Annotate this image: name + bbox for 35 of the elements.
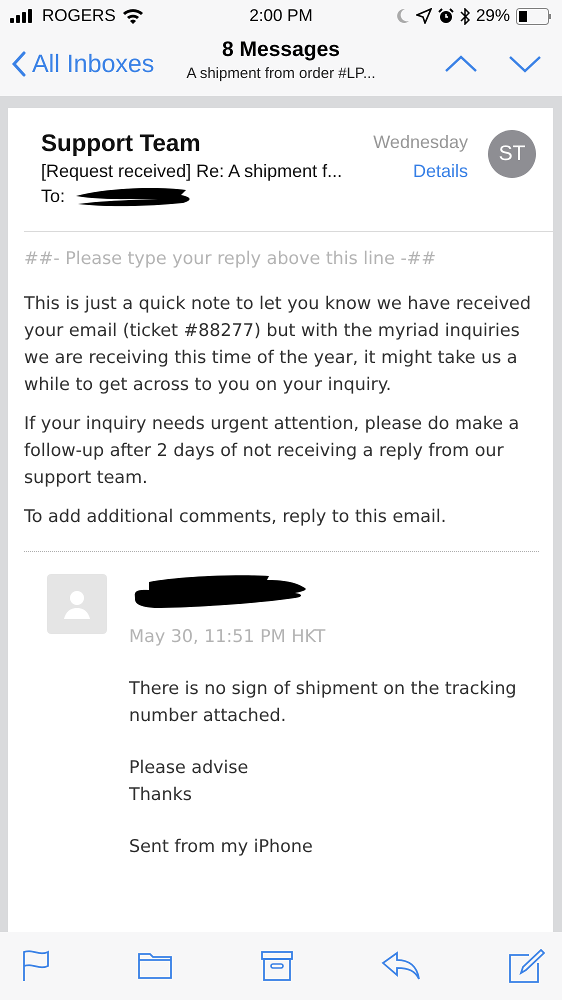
compose-button[interactable] (509, 949, 545, 983)
moon-icon (396, 8, 410, 24)
reply-paragraph: There is no sign of shipment on the tracking number attached. (129, 678, 518, 728)
person-icon (63, 589, 91, 619)
chevron-icon (12, 51, 26, 77)
sender-avatar: ST (488, 130, 536, 178)
body-paragraph: If your inquiry needs urgent attention, please do make a follow-up after 2 days of not receiving a reply from our support team. (24, 413, 520, 490)
wifi-icon (122, 8, 144, 24)
clock-time: 2:00 PM (249, 6, 313, 26)
sender-name: Support Team (41, 130, 201, 158)
reply-paragraph: Sent from my iPhone (129, 836, 314, 859)
previous-message-button[interactable] (444, 55, 478, 73)
to-label: To: (41, 186, 66, 206)
bluetooth-icon (460, 8, 470, 24)
back-button[interactable]: All Inboxes (12, 50, 154, 78)
message-date: Wednesday (373, 132, 468, 154)
flag-button[interactable] (22, 950, 50, 982)
alarm-clock-icon (438, 8, 454, 24)
carrier-name: ROGERS (42, 6, 116, 26)
message-subject: [Request received] Re: A shipment f... (41, 161, 342, 182)
reply-paragraph: Please advise Thanks (129, 757, 250, 807)
body-paragraph: This is just a quick note to let you know we have received your email (ticket #88277) but with the myriad inquiries we are receiving this time of the year, it might take us a while to get across to you on your inquiry. (24, 293, 532, 397)
reply-date: May 30, 11:51 PM HKT (129, 626, 326, 649)
archive-button[interactable] (260, 951, 292, 981)
body-paragraph: To add additional comments, reply to this email. (24, 506, 448, 529)
battery-icon (516, 8, 552, 24)
nav-title: 8 Messages (222, 38, 340, 62)
location-arrow-icon (416, 8, 432, 24)
folder-button[interactable] (138, 952, 172, 980)
battery-percent: 29% (476, 6, 510, 26)
next-message-button[interactable] (508, 55, 542, 73)
nav-subtitle: A shipment from order #LP... (186, 65, 376, 82)
reply-button[interactable] (380, 951, 421, 981)
details-link[interactable]: Details (412, 161, 468, 182)
reply-above-line-marker: ##- Please type your reply above this line -## (24, 248, 438, 271)
